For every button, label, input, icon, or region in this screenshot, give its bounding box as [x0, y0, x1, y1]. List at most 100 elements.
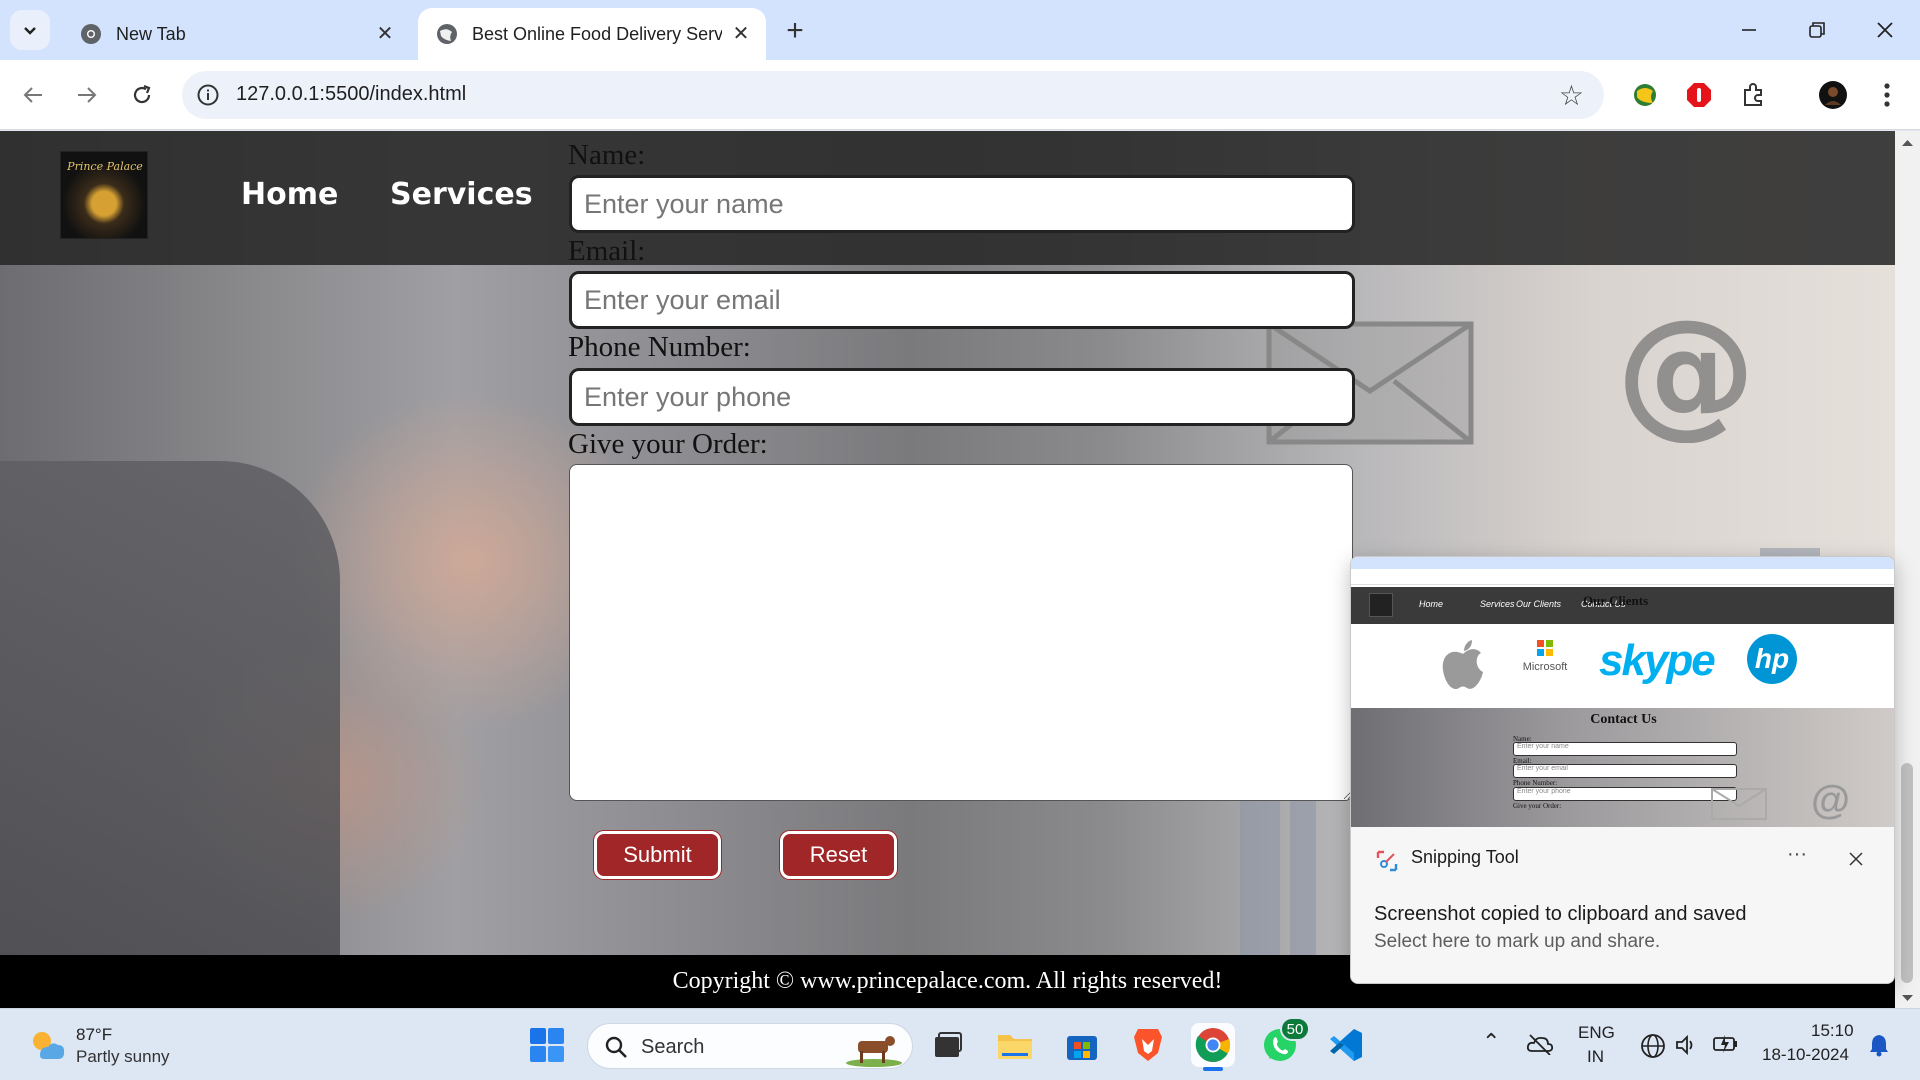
- weather-widget[interactable]: 87°F Partly sunny: [24, 1023, 224, 1069]
- tab-strip: New Tab ✕ Best Online Food Delivery Serv…: [0, 0, 1920, 60]
- screenshot-preview[interactable]: Home Services Our Clients Contact Us Our…: [1351, 557, 1894, 827]
- nav-home-link[interactable]: Home: [241, 177, 338, 212]
- more-options-icon[interactable]: ···: [1787, 843, 1807, 866]
- order-textarea[interactable]: [569, 464, 1353, 801]
- close-icon[interactable]: ✕: [374, 22, 396, 45]
- preview-nav-item: Home: [1419, 599, 1444, 609]
- chevron-down-icon: [24, 27, 36, 35]
- bookmark-star-icon[interactable]: ☆: [1559, 79, 1584, 112]
- preview-logo: [1369, 593, 1393, 617]
- preview-tabstrip: [1351, 557, 1894, 569]
- clock-time[interactable]: 15:10: [1811, 1021, 1854, 1041]
- taskbar-search[interactable]: Search: [587, 1023, 913, 1069]
- scroll-up-icon[interactable]: [1902, 139, 1913, 147]
- preview-nav-item: Our Clients: [1516, 599, 1562, 609]
- task-view-button[interactable]: [926, 1023, 970, 1067]
- scrollbar-thumb[interactable]: [1901, 763, 1913, 983]
- svg-text:@: @: [1618, 307, 1754, 443]
- info-icon[interactable]: [196, 83, 220, 107]
- partly-sunny-icon: [33, 1032, 65, 1059]
- profile-avatar[interactable]: [1818, 80, 1848, 110]
- reload-button[interactable]: [124, 77, 160, 113]
- forward-button[interactable]: [69, 77, 105, 113]
- restore-button[interactable]: [1794, 12, 1840, 48]
- close-icon[interactable]: [1848, 851, 1864, 867]
- page-scrollbar[interactable]: [1895, 131, 1920, 1008]
- battery-charging-icon[interactable]: [1712, 1033, 1740, 1055]
- tab-title: Best Online Food Delivery Servi: [472, 23, 722, 44]
- notification-bell-icon[interactable]: [1868, 1033, 1890, 1057]
- tab-search-button[interactable]: [10, 10, 50, 50]
- hp-text: hp: [1754, 643, 1790, 674]
- volume-icon[interactable]: [1674, 1033, 1698, 1057]
- submit-button[interactable]: Submit: [594, 831, 721, 879]
- skype-logo: skype: [1599, 636, 1716, 685]
- logo-text: Prince Palace: [67, 160, 143, 173]
- language-code[interactable]: ENG: [1578, 1023, 1615, 1043]
- reload-icon: [133, 84, 151, 104]
- site-logo[interactable]: Prince Palace: [60, 151, 148, 239]
- notification-subtext: Select here to mark up and share.: [1374, 931, 1661, 952]
- minimize-icon: [1742, 29, 1756, 31]
- extension-shield-icon[interactable]: [1684, 80, 1714, 110]
- toolbar: 127.0.0.1:5500/index.html ☆: [0, 60, 1920, 130]
- preview-envelope-icon: [1711, 788, 1767, 820]
- weather-desc: Partly sunny: [76, 1047, 170, 1066]
- more-menu-icon[interactable]: [1872, 80, 1902, 110]
- close-icon[interactable]: ✕: [730, 22, 752, 45]
- restore-icon: [1809, 22, 1825, 38]
- extension-globe-icon[interactable]: [1630, 80, 1660, 110]
- show-hidden-icons-chevron-up-icon[interactable]: ⌃: [1482, 1029, 1500, 1055]
- windows-logo-icon: [530, 1028, 564, 1062]
- network-globe-icon[interactable]: [1640, 1033, 1666, 1059]
- snipping-tool-notification[interactable]: Home Services Our Clients Contact Us Our…: [1350, 556, 1895, 984]
- chrome-button[interactable]: [1191, 1023, 1235, 1071]
- new-tab-button[interactable]: +: [778, 14, 812, 48]
- preview-clients-heading: Our Clients: [1583, 593, 1649, 608]
- microsoft-store-button[interactable]: [1060, 1023, 1104, 1067]
- notification-app-name: Snipping Tool: [1411, 847, 1519, 867]
- extensions-puzzle-icon[interactable]: [1738, 80, 1768, 110]
- back-button[interactable]: [15, 77, 51, 113]
- store-icon: [1067, 1036, 1097, 1060]
- email-label: Email:: [568, 235, 646, 267]
- name-input[interactable]: [569, 175, 1355, 233]
- close-window-button[interactable]: [1862, 12, 1908, 48]
- whatsapp-button[interactable]: 50: [1258, 1017, 1310, 1067]
- tab-food-delivery[interactable]: Best Online Food Delivery Servi ✕: [418, 8, 766, 60]
- order-label: Give your Order:: [568, 428, 768, 460]
- preview-field: Enter your phone: [1513, 787, 1737, 801]
- microsoft-squares-icon: [1537, 640, 1553, 656]
- vscode-button[interactable]: [1324, 1023, 1368, 1067]
- minimize-button[interactable]: [1726, 12, 1772, 48]
- email-input[interactable]: [569, 271, 1355, 329]
- search-highlight-icon: [846, 1036, 902, 1067]
- onedrive-offline-icon[interactable]: [1526, 1033, 1554, 1055]
- task-view-icon: [935, 1032, 962, 1057]
- address-bar[interactable]: 127.0.0.1:5500/index.html ☆: [182, 71, 1604, 119]
- brave-browser-button[interactable]: [1126, 1023, 1170, 1067]
- start-button[interactable]: [525, 1023, 569, 1067]
- reset-button[interactable]: Reset: [780, 831, 897, 879]
- clock-date[interactable]: 18-10-2024: [1762, 1045, 1849, 1065]
- url-text[interactable]: 127.0.0.1:5500/index.html: [236, 83, 466, 106]
- folder-icon: [998, 1035, 1032, 1059]
- tab-new-tab[interactable]: New Tab ✕: [62, 8, 410, 60]
- preview-contact-heading: Contact Us: [1590, 712, 1657, 727]
- scroll-down-icon[interactable]: [1902, 994, 1913, 1002]
- search-label: Search: [641, 1036, 705, 1058]
- region-code[interactable]: IN: [1587, 1047, 1604, 1067]
- file-explorer-button[interactable]: [993, 1023, 1037, 1067]
- nav-services-link[interactable]: Services: [390, 177, 533, 212]
- vscode-icon: [1330, 1029, 1362, 1061]
- notification-body[interactable]: Snipping Tool ··· Screenshot copied to c…: [1351, 827, 1894, 983]
- phone-input[interactable]: [569, 368, 1355, 426]
- at-sign-icon: @: [1618, 307, 1754, 443]
- preview-nav: Home Services Our Clients Contact Us Our…: [1351, 587, 1894, 624]
- apple-logo-icon: [1442, 640, 1483, 690]
- close-icon: [1877, 22, 1893, 38]
- preview-field: Enter your name: [1513, 742, 1737, 756]
- preview-label: Phone Number:: [1513, 779, 1558, 787]
- chrome-icon: [1195, 1028, 1231, 1062]
- background-arm-shape: [0, 461, 340, 981]
